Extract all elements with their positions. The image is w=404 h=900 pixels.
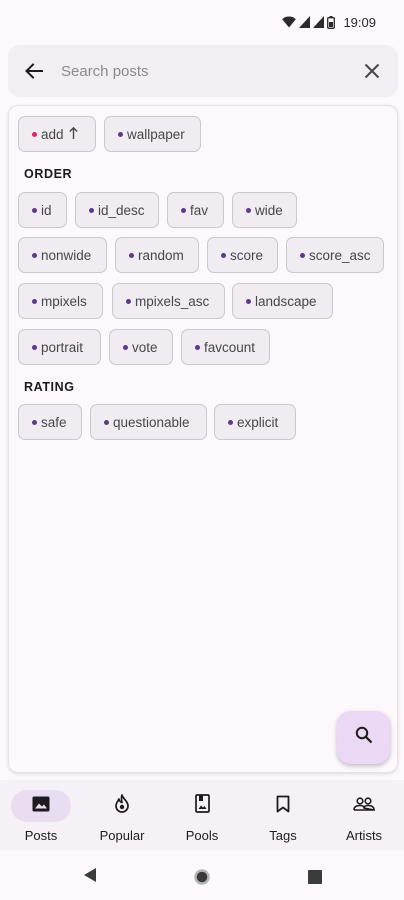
wifi-icon <box>282 16 297 28</box>
search-bar <box>8 45 398 97</box>
chip-order-id-desc[interactable]: id_desc <box>75 192 159 228</box>
chip-label: landscape <box>255 293 317 309</box>
rating-section-title: RATING <box>24 380 75 394</box>
chip-order-favcount[interactable]: favcount <box>181 329 270 365</box>
arrow-upward-icon <box>68 126 78 142</box>
system-navigation-bar <box>0 850 404 900</box>
chip-dot <box>32 131 37 137</box>
battery-icon <box>327 15 336 29</box>
close-icon[interactable] <box>346 45 398 97</box>
chip-add[interactable]: add <box>18 116 96 152</box>
nav-pill <box>334 790 394 822</box>
chip-label: wide <box>255 202 283 218</box>
nav-item-artists[interactable]: Artists <box>324 780 404 850</box>
nav-pill <box>253 790 313 822</box>
back-triangle-icon[interactable] <box>83 867 97 888</box>
chip-label: id <box>41 202 52 218</box>
nav-item-tags[interactable]: Tags <box>243 780 323 850</box>
chip-order-wide[interactable]: wide <box>232 192 297 228</box>
nav-item-popular[interactable]: Popular <box>82 780 162 850</box>
chip-label: mpixels_asc <box>135 293 210 309</box>
search-icon <box>355 726 373 749</box>
nav-label: Artists <box>345 828 383 843</box>
chip-order-nonwide[interactable]: nonwide <box>18 237 107 273</box>
chip-order-portrait[interactable]: portrait <box>18 329 101 365</box>
photo-album-icon <box>194 794 210 818</box>
chip-order-id[interactable]: id <box>18 192 67 228</box>
chip-label: questionable <box>113 414 190 430</box>
fire-icon <box>114 794 130 818</box>
search-fab-button[interactable] <box>337 711 390 764</box>
nav-label: Tags <box>269 828 297 843</box>
home-circle-icon[interactable] <box>194 869 210 890</box>
arrow-back-icon[interactable] <box>8 45 60 97</box>
chip-order-mpixels[interactable]: mpixels <box>18 283 103 319</box>
nav-pill <box>92 790 152 822</box>
chip-label: add <box>41 126 64 142</box>
chip-label: vote <box>132 339 158 355</box>
chip-order-mpixels-asc[interactable]: mpixels_asc <box>112 283 225 319</box>
chip-order-landscape[interactable]: landscape <box>232 283 333 319</box>
chip-order-score-asc[interactable]: score_asc <box>286 237 384 273</box>
chip-dot <box>118 131 123 137</box>
order-section-title: ORDER <box>24 167 73 181</box>
chip-order-vote[interactable]: vote <box>109 329 173 365</box>
chip-label: fav <box>190 202 209 218</box>
chip-rating-explicit[interactable]: explicit <box>214 404 296 440</box>
chip-label: portrait <box>41 339 84 355</box>
signal-icon <box>313 16 325 28</box>
nav-pill <box>172 790 232 822</box>
recents-square-icon[interactable] <box>308 870 322 889</box>
bookmark-icon <box>276 795 290 818</box>
bottom-navigation: Posts Popular Pools Tags Artists <box>0 780 404 850</box>
chip-label: mpixels <box>41 293 87 309</box>
nav-label: Popular <box>99 828 145 843</box>
people-icon <box>353 796 375 816</box>
chip-label: random <box>138 247 184 263</box>
nav-item-posts[interactable]: Posts <box>1 780 81 850</box>
chip-label: score <box>230 247 264 263</box>
suggestions-panel: add wallpaper ORDER id id_desc fav wide … <box>8 105 398 773</box>
chip-order-random[interactable]: random <box>115 237 199 273</box>
signal-icon <box>299 16 311 28</box>
chip-label: favcount <box>204 339 256 355</box>
status-bar: 19:09 <box>0 0 404 44</box>
image-icon <box>32 796 50 817</box>
chip-label: explicit <box>237 414 279 430</box>
chip-label: score_asc <box>309 247 371 263</box>
chip-label: safe <box>41 414 67 430</box>
status-time: 19:09 <box>343 14 376 30</box>
chip-wallpaper[interactable]: wallpaper <box>104 116 201 152</box>
chip-order-score[interactable]: score <box>207 237 278 273</box>
search-input[interactable] <box>60 62 346 80</box>
chip-label: nonwide <box>41 247 92 263</box>
chip-label: id_desc <box>98 202 145 218</box>
chip-rating-questionable[interactable]: questionable <box>90 404 207 440</box>
nav-label: Pools <box>185 828 219 843</box>
nav-item-pools[interactable]: Pools <box>162 780 242 850</box>
chip-order-fav[interactable]: fav <box>167 192 224 228</box>
chip-label: wallpaper <box>127 126 185 142</box>
nav-pill <box>11 790 71 822</box>
chip-rating-safe[interactable]: safe <box>18 404 82 440</box>
nav-label: Posts <box>24 828 58 843</box>
